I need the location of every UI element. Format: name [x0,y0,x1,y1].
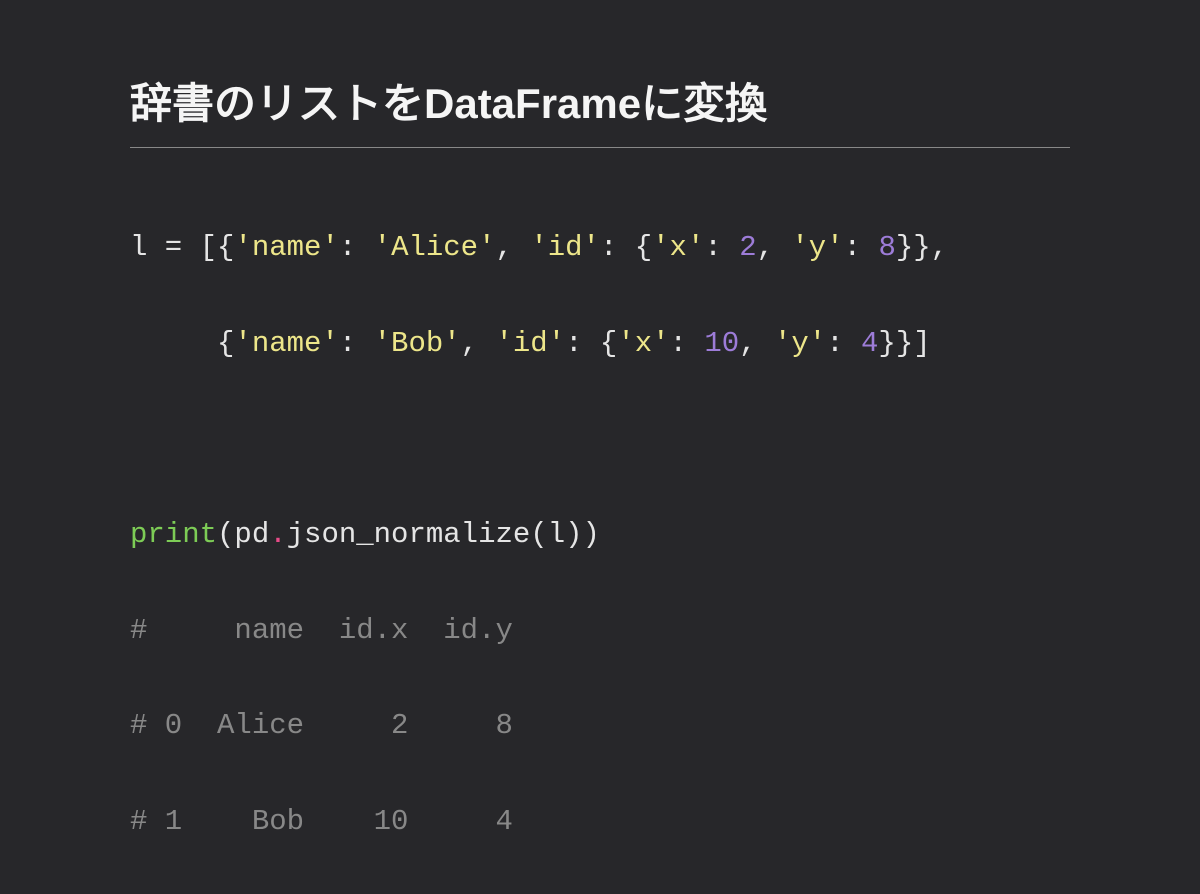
string-literal: 'y' [774,327,826,360]
dot-operator: . [269,518,286,551]
code-line-1: l = [{'name': 'Alice', 'id': {'x': 2, 'y… [130,224,1070,272]
comma: , [757,231,792,264]
bracket: [{ [200,231,235,264]
code-block: l = [{'name': 'Alice', 'id': {'x': 2, 'y… [130,176,1070,894]
indent [130,327,217,360]
colon: : [339,327,374,360]
bracket: }}, [896,231,948,264]
bracket: { [217,327,234,360]
colon: : [600,231,635,264]
colon: : [704,231,739,264]
string-literal: 'id' [530,231,600,264]
paren: )) [565,518,600,551]
colon: : [826,327,861,360]
method-name: json_normalize [287,518,531,551]
colon: : [565,327,600,360]
string-literal: 'y' [791,231,843,264]
string-literal: 'Alice' [374,231,496,264]
colon: : [844,231,879,264]
paren: ( [217,518,234,551]
bracket: { [635,231,652,264]
bracket: }}] [878,327,930,360]
colon: : [670,327,705,360]
paren: ( [530,518,547,551]
module-name: pd [234,518,269,551]
comma: , [461,327,496,360]
colon: : [339,231,374,264]
string-literal: 'Bob' [374,327,461,360]
output-comment-row: # 1 Bob 10 4 [130,798,1070,846]
argument: l [548,518,565,551]
page-title: 辞書のリストをDataFrameに変換 [130,70,1070,148]
output-comment-header: # name id.x id.y [130,607,1070,655]
string-literal: 'x' [652,231,704,264]
code-line-2: {'name': 'Bob', 'id': {'x': 10, 'y': 4}}… [130,320,1070,368]
number-literal: 10 [704,327,739,360]
function-call: print [130,518,217,551]
string-literal: 'name' [234,327,338,360]
variable-name: l [130,231,147,264]
assign-operator: = [147,231,199,264]
code-line-3: print(pd.json_normalize(l)) [130,511,1070,559]
number-literal: 2 [739,231,756,264]
number-literal: 8 [878,231,895,264]
string-literal: 'x' [617,327,669,360]
number-literal: 4 [861,327,878,360]
output-comment-row: # 0 Alice 2 8 [130,702,1070,750]
comma: , [496,231,531,264]
code-blank-line [130,415,1070,463]
comma: , [739,327,774,360]
string-literal: 'id' [495,327,565,360]
string-literal: 'name' [234,231,338,264]
bracket: { [600,327,617,360]
